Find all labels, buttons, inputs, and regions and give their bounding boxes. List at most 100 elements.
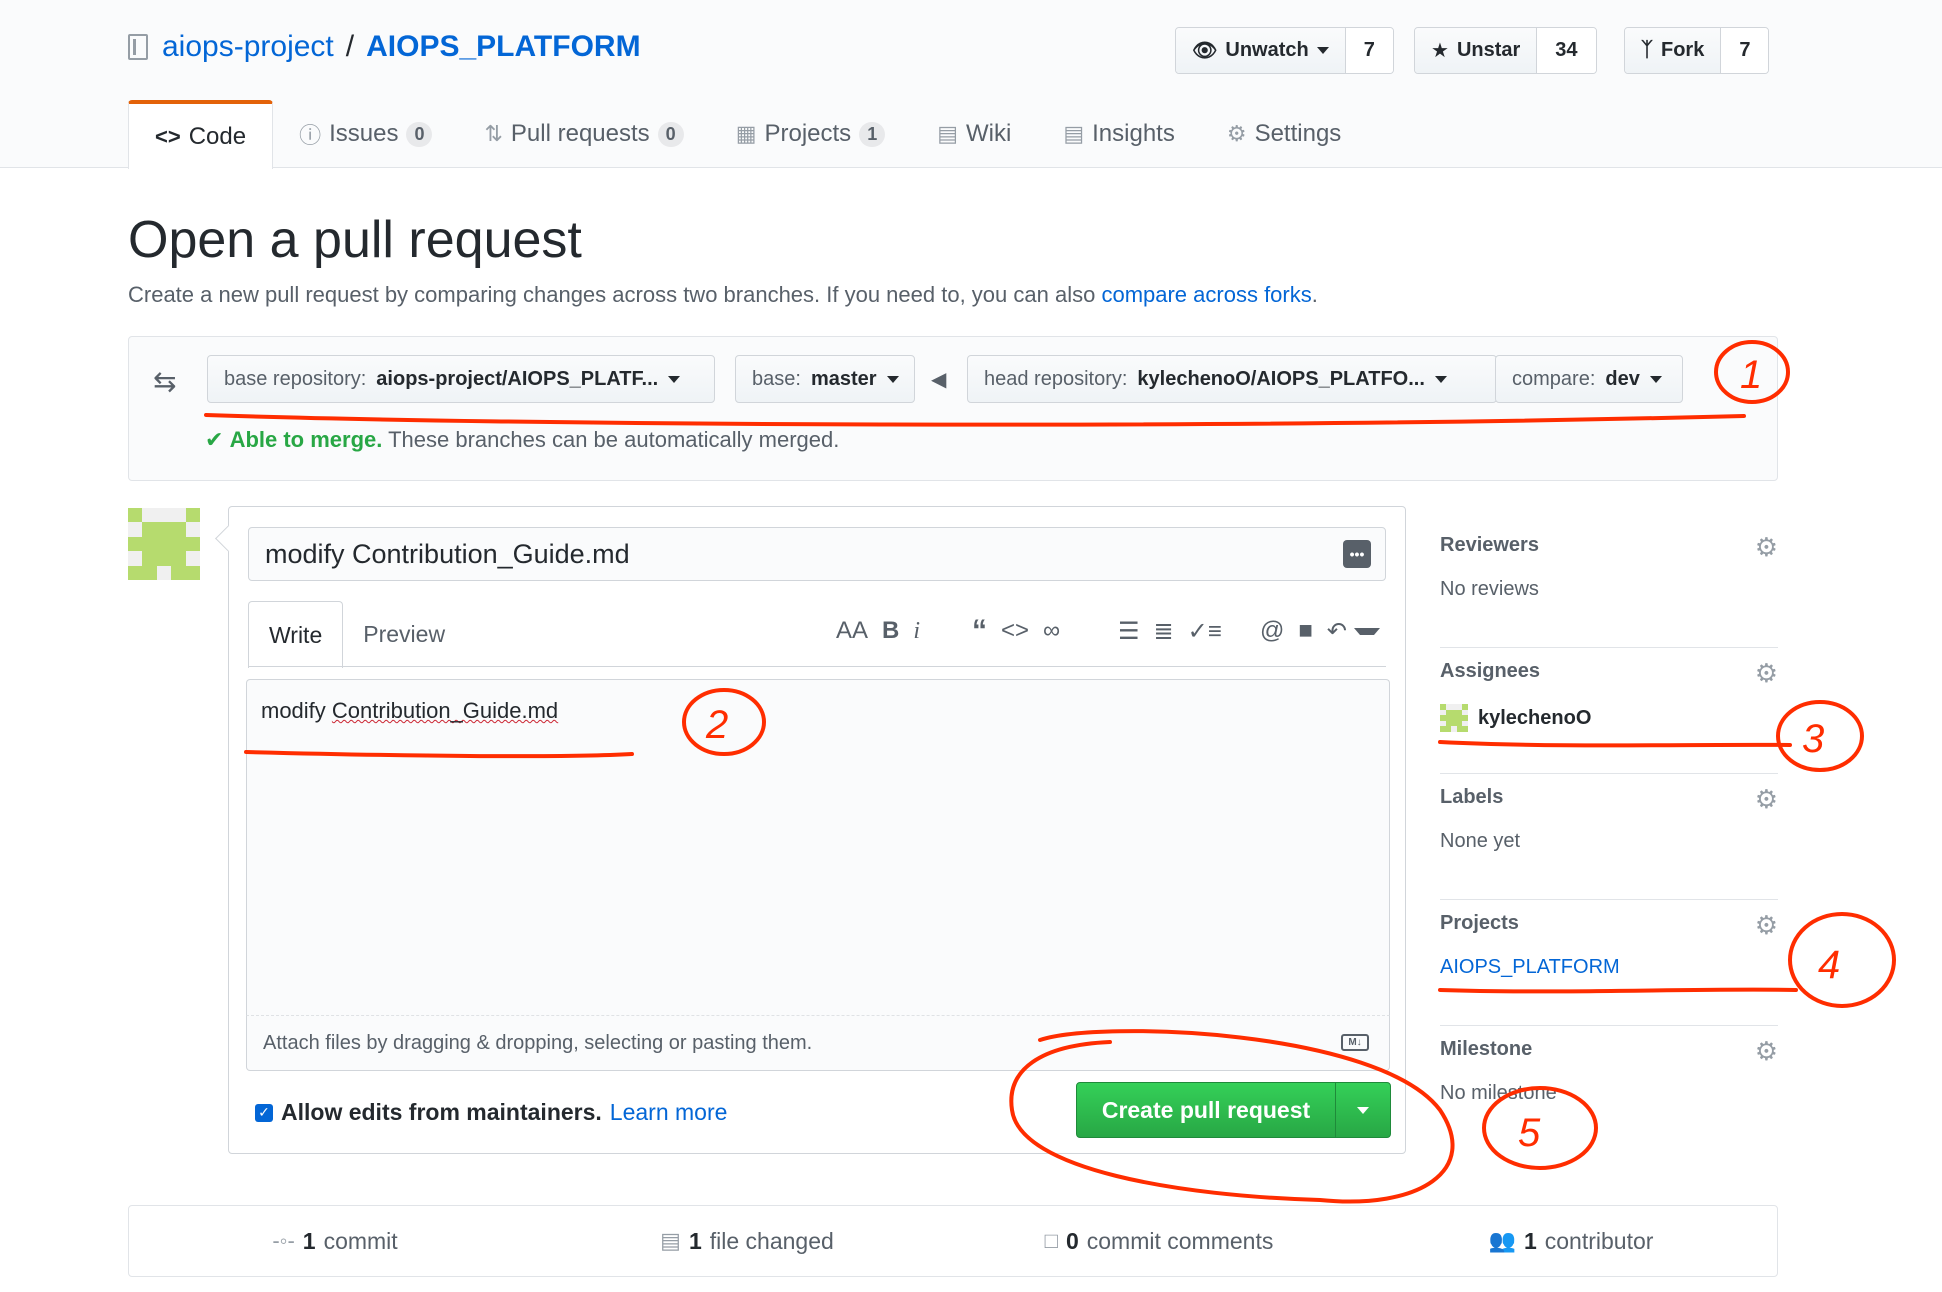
star-group: ★ Unstar 34 bbox=[1414, 27, 1597, 74]
chevron-down-icon[interactable] bbox=[1353, 627, 1380, 635]
people-icon: 👥 bbox=[1488, 1228, 1516, 1253]
gear-icon[interactable]: ⚙ bbox=[1755, 658, 1778, 689]
reply-icon[interactable]: ↶ bbox=[1320, 617, 1354, 646]
tab-preview[interactable]: Preview bbox=[343, 601, 465, 667]
unwatch-label: Unwatch bbox=[1225, 39, 1309, 61]
sidebar-value: No reviews bbox=[1440, 578, 1539, 600]
tab-insights[interactable]: ▤ Insights bbox=[1037, 100, 1201, 168]
comment-icon: □ bbox=[1044, 1228, 1058, 1253]
code-icon[interactable]: <> bbox=[994, 617, 1036, 645]
allow-edits-option: ✓ Allow edits from maintainers. Learn mo… bbox=[255, 1099, 727, 1126]
bookmark-icon[interactable]: ■ bbox=[1291, 617, 1320, 645]
bold-icon[interactable]: B bbox=[875, 617, 906, 645]
head-repository-select[interactable]: head repository: kylechenoO/AIOPS_PLATFO… bbox=[967, 355, 1497, 403]
avatar[interactable] bbox=[128, 508, 200, 580]
files-label: file changed bbox=[709, 1227, 834, 1254]
compare-branch-select[interactable]: compare: dev bbox=[1495, 355, 1683, 403]
compare-branch-label: compare: bbox=[1512, 367, 1596, 390]
base-repository-value: aiops-project/AIOPS_PLATF... bbox=[376, 367, 659, 390]
watch-count[interactable]: 7 bbox=[1345, 28, 1393, 73]
chevron-down-icon bbox=[1357, 1106, 1369, 1114]
base-branch-select[interactable]: base: master bbox=[735, 355, 915, 403]
annotation-label-3: 3 bbox=[1802, 717, 1824, 761]
repo-owner-link[interactable]: aiops-project bbox=[162, 30, 334, 64]
gear-icon[interactable]: ⚙ bbox=[1755, 532, 1778, 563]
tab-pull-requests[interactable]: ⇅ Pull requests 0 bbox=[458, 100, 709, 168]
gear-icon: ⚙ bbox=[1226, 121, 1247, 146]
chevron-down-icon bbox=[1316, 47, 1329, 54]
fork-button[interactable]: ᛉ Fork bbox=[1625, 28, 1722, 73]
saved-replies-icon[interactable]: ••• bbox=[1343, 540, 1371, 568]
commits-tab[interactable]: -◦- 1 commit bbox=[129, 1206, 541, 1276]
header-icon[interactable]: AA bbox=[829, 617, 875, 645]
head-repository-value: kylechenoO/AIOPS_PLATFO... bbox=[1137, 367, 1425, 390]
ordered-list-icon[interactable]: ≣ bbox=[1147, 617, 1181, 646]
unstar-label: Unstar bbox=[1456, 39, 1521, 61]
markdown-toolbar-insert: “ <> ∞ bbox=[965, 611, 1067, 651]
annotation-label-4: 4 bbox=[1818, 943, 1840, 987]
gear-icon[interactable]: ⚙ bbox=[1755, 1036, 1778, 1067]
pr-title-value: modify Contribution_Guide.md bbox=[265, 538, 630, 569]
base-repository-select[interactable]: base repository: aiops-project/AIOPS_PLA… bbox=[207, 355, 715, 403]
unwatch-button[interactable]: 👁 Unwatch bbox=[1176, 28, 1346, 73]
sidebar-milestone: Milestone ⚙ No milestone bbox=[1440, 1026, 1778, 1152]
task-list-icon[interactable]: ✓≡ bbox=[1181, 617, 1229, 646]
learn-more-link[interactable]: Learn more bbox=[610, 1099, 728, 1126]
merge-ok-label: Able to merge. bbox=[229, 427, 383, 452]
project-link[interactable]: AIOPS_PLATFORM bbox=[1440, 956, 1620, 979]
allow-edits-checkbox[interactable]: ✓ bbox=[255, 1103, 273, 1122]
subtitle-text: Create a new pull request by comparing c… bbox=[128, 282, 1102, 307]
files-changed-tab[interactable]: ▤ 1 file changed bbox=[541, 1206, 953, 1276]
contributors-tab[interactable]: 👥 1 contributor bbox=[1365, 1206, 1777, 1276]
base-repository-label: base repository: bbox=[224, 367, 367, 390]
contributor-label: contributor bbox=[1544, 1227, 1654, 1254]
page-title: Open a pull request bbox=[128, 211, 582, 269]
tab-divider bbox=[248, 666, 1386, 667]
chevron-down-icon bbox=[1434, 375, 1447, 383]
code-icon: <> bbox=[155, 123, 181, 149]
tab-label: Insights bbox=[1092, 120, 1175, 147]
commit-comments-tab[interactable]: □ 0 commit comments bbox=[953, 1206, 1365, 1276]
sidebar-value: No milestone bbox=[1440, 1082, 1557, 1104]
wiki-icon: ▤ bbox=[937, 121, 958, 146]
annotation-circle-4 bbox=[1788, 912, 1896, 1008]
base-branch-value: master bbox=[810, 367, 877, 390]
quote-icon[interactable]: “ bbox=[965, 614, 994, 648]
fork-count[interactable]: 7 bbox=[1721, 28, 1769, 73]
sidebar-heading: Assignees bbox=[1440, 660, 1541, 682]
mention-icon[interactable]: @ bbox=[1253, 617, 1291, 645]
tab-write[interactable]: Write bbox=[248, 601, 344, 668]
create-pull-request-button[interactable]: Create pull request bbox=[1076, 1082, 1391, 1138]
assignee-link[interactable]: kylechenoO bbox=[1440, 704, 1591, 732]
star-count[interactable]: 34 bbox=[1537, 28, 1596, 73]
commit-count: 1 bbox=[302, 1227, 316, 1254]
repo-name-link[interactable]: AIOPS_PLATFORM bbox=[366, 30, 640, 64]
sidebar-reviewers: Reviewers ⚙ No reviews bbox=[1440, 522, 1778, 648]
tab-wiki[interactable]: ▤ Wiki bbox=[911, 100, 1037, 168]
contributor-count: 1 bbox=[1523, 1227, 1537, 1254]
tab-code[interactable]: <> Code bbox=[128, 100, 274, 169]
comments-count: 0 bbox=[1065, 1227, 1079, 1254]
pr-body-textarea[interactable]: modify Contribution_Guide.md bbox=[246, 679, 1390, 1015]
sidebar-heading: Reviewers bbox=[1440, 534, 1539, 556]
unordered-list-icon[interactable]: ☰ bbox=[1111, 617, 1147, 646]
tab-counter: 1 bbox=[859, 121, 886, 147]
tab-settings[interactable]: ⚙ Settings bbox=[1201, 100, 1367, 168]
compare-across-forks-link[interactable]: compare across forks bbox=[1101, 282, 1311, 307]
gear-icon[interactable]: ⚙ bbox=[1755, 784, 1778, 815]
fork-icon: ᛉ bbox=[1641, 39, 1653, 61]
create-options-dropdown[interactable] bbox=[1336, 1083, 1390, 1137]
link-icon[interactable]: ∞ bbox=[1036, 617, 1067, 645]
tab-projects[interactable]: ▦ Projects 1 bbox=[710, 100, 912, 168]
tab-issues[interactable]: ⓘ Issues 0 bbox=[273, 100, 458, 168]
create-pull-request-label[interactable]: Create pull request bbox=[1077, 1083, 1336, 1137]
italic-icon[interactable]: i bbox=[906, 618, 927, 645]
repo-separator: / bbox=[345, 30, 355, 63]
unstar-button[interactable]: ★ Unstar bbox=[1415, 28, 1538, 73]
commit-icon: -◦- bbox=[272, 1228, 295, 1253]
attach-files-bar[interactable]: Attach files by dragging & dropping, sel… bbox=[246, 1015, 1390, 1071]
gear-icon[interactable]: ⚙ bbox=[1755, 910, 1778, 941]
commit-label: commit bbox=[323, 1227, 398, 1254]
chevron-down-icon bbox=[886, 375, 899, 383]
pr-title-input[interactable]: modify Contribution_Guide.md ••• bbox=[248, 527, 1386, 581]
